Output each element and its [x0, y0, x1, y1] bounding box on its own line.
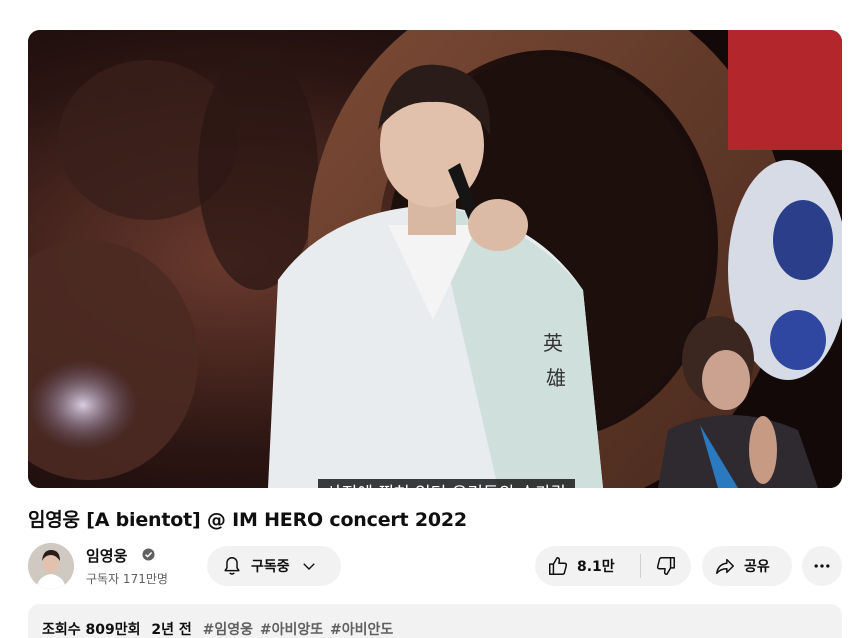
video-frame: 英 雄 — [28, 30, 842, 488]
channel-name[interactable]: 임영웅 — [86, 545, 127, 566]
hashtag-link[interactable]: #아비앙또 — [260, 622, 323, 638]
video-player[interactable]: 英 雄 사진에 찍혀 있던 우리들의 손가락 — [28, 30, 842, 488]
caption-text: 사진에 찍혀 있던 우리들의 손가락 — [318, 479, 575, 488]
upload-age: 2년 전 — [151, 622, 192, 638]
video-title: 임영웅 [A bientot] @ IM HERO concert 2022 — [28, 509, 467, 531]
like-count: 8.1만 — [577, 559, 615, 575]
thumbs-up-icon — [549, 557, 568, 575]
like-button[interactable]: 8.1만 — [535, 546, 640, 586]
bell-icon — [224, 557, 240, 575]
hashtag-link[interactable]: #임영웅 — [203, 622, 253, 638]
view-count: 조회수 809만회 — [42, 622, 141, 638]
subscribed-label: 구독중 — [251, 559, 290, 575]
channel-avatar[interactable] — [28, 543, 74, 589]
verified-check-icon — [142, 548, 155, 561]
chevron-down-icon — [302, 563, 315, 570]
hashtag-link[interactable]: #아비안도 — [330, 622, 393, 638]
more-actions-button[interactable] — [802, 546, 842, 586]
share-button[interactable]: 공유 — [702, 546, 792, 586]
svg-text:雄: 雄 — [546, 366, 566, 390]
share-arrow-icon — [716, 558, 734, 575]
svg-text:英: 英 — [543, 331, 563, 355]
description-box[interactable]: 조회수 809만회 2년 전 #임영웅 #아비앙또 #아비안도 — [28, 604, 842, 638]
thumbs-down-icon — [656, 557, 675, 575]
more-horizontal-icon — [814, 564, 830, 568]
like-dislike-group: 8.1만 — [535, 546, 691, 586]
dislike-button[interactable] — [641, 546, 691, 586]
subscribed-button[interactable]: 구독중 — [207, 546, 341, 586]
share-label: 공유 — [744, 559, 770, 575]
subscriber-count: 구독자 171만명 — [86, 572, 168, 586]
